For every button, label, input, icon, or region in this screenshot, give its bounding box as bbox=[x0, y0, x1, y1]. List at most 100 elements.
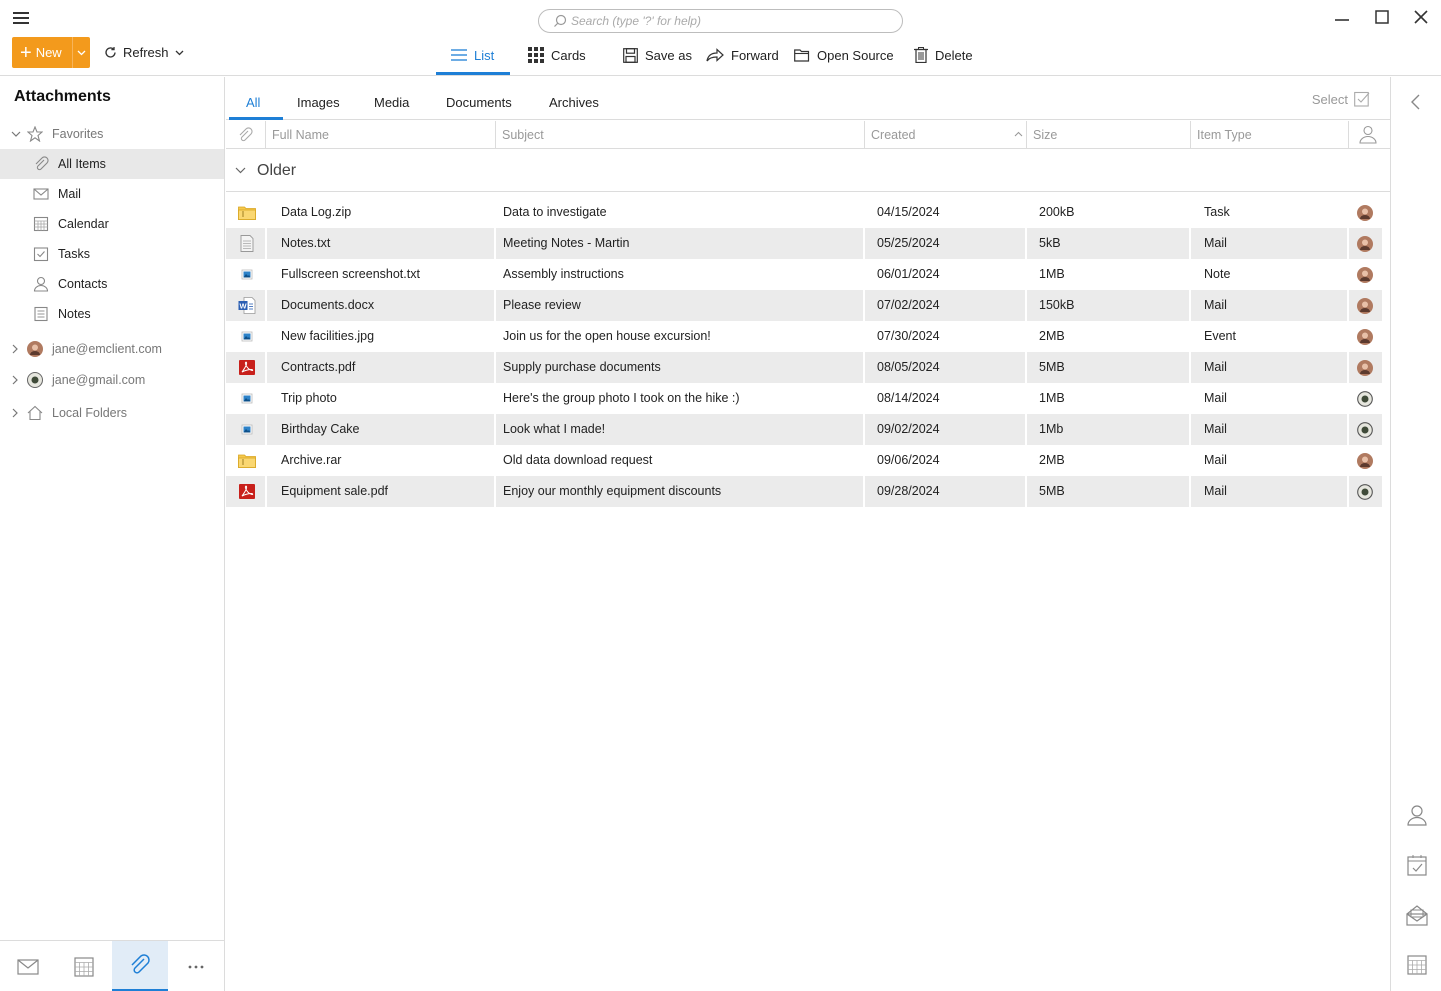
hamburger-menu-icon[interactable] bbox=[13, 12, 29, 26]
table-row[interactable]: Fullscreen screenshot.txt Assembly instru… bbox=[226, 259, 1382, 290]
sidebar-item-contacts[interactable]: Contacts bbox=[0, 269, 224, 299]
search-placeholder: Search (type '?' for help) bbox=[571, 14, 701, 28]
chevron-down-icon[interactable] bbox=[235, 167, 246, 174]
table-row[interactable]: New facilities.jpg Join us for the open h… bbox=[226, 321, 1382, 352]
sidebar-item-all-items[interactable]: All Items bbox=[0, 149, 224, 179]
chevron-right-icon[interactable] bbox=[12, 375, 19, 385]
column-created[interactable]: Created bbox=[864, 121, 1027, 149]
cell-size: 5MB bbox=[1039, 360, 1065, 374]
chevron-down-icon[interactable] bbox=[11, 131, 21, 138]
table-row[interactable]: Contracts.pdf Supply purchase documents 08… bbox=[226, 352, 1382, 383]
column-separator bbox=[265, 197, 267, 228]
select-toggle[interactable]: Select bbox=[1312, 91, 1370, 107]
sidebar-item-label: Contacts bbox=[58, 277, 108, 291]
nav-mail[interactable] bbox=[0, 941, 56, 991]
column-separator bbox=[265, 290, 267, 321]
table-row[interactable]: Birthday Cake Look what I made! 09/02/2024… bbox=[226, 414, 1382, 445]
cell-subject: Old data download request bbox=[503, 453, 653, 467]
column-separator bbox=[1347, 228, 1349, 259]
tab-all[interactable]: All bbox=[246, 95, 260, 110]
sidebar-account-gmail[interactable]: jane@gmail.com bbox=[0, 365, 224, 395]
minimize-icon[interactable] bbox=[1335, 8, 1349, 28]
delete-button[interactable]: Delete bbox=[914, 45, 973, 65]
tasks-icon[interactable] bbox=[1406, 854, 1428, 876]
chevron-right-icon[interactable] bbox=[12, 408, 19, 418]
table-row[interactable]: Notes.txt Meeting Notes - Martin 05/25/202… bbox=[226, 228, 1382, 259]
nav-more[interactable] bbox=[168, 941, 224, 991]
cell-item-type: Mail bbox=[1204, 422, 1227, 436]
select-label: Select bbox=[1311, 91, 1348, 107]
cell-full-name: Archive.rar bbox=[281, 453, 342, 467]
group-label: Older bbox=[257, 162, 297, 179]
column-full-name[interactable]: Full Name bbox=[265, 121, 496, 149]
list-view-indicator bbox=[436, 72, 510, 75]
paperclip-icon[interactable] bbox=[237, 127, 253, 143]
calendar-icon bbox=[74, 956, 94, 977]
avatar bbox=[1357, 360, 1373, 376]
save-as-button[interactable]: Save as bbox=[623, 45, 692, 65]
tab-media[interactable]: Media bbox=[374, 95, 409, 110]
column-separator bbox=[1189, 228, 1191, 259]
nav-calendar[interactable] bbox=[56, 941, 112, 991]
list-view-button[interactable]: List bbox=[451, 45, 494, 65]
cell-full-name: Notes.txt bbox=[281, 236, 331, 250]
tab-archives[interactable]: Archives bbox=[549, 95, 599, 110]
sidebar-local-folders[interactable]: Local Folders bbox=[0, 398, 224, 428]
group-header-older[interactable]: Older bbox=[226, 150, 1390, 192]
cell-created: 07/30/2024 bbox=[877, 329, 940, 343]
collapse-chevron-icon[interactable] bbox=[1408, 91, 1422, 113]
calendar-icon[interactable] bbox=[1406, 954, 1428, 976]
table-row[interactable]: Archive.rar Old data download request 09/0… bbox=[226, 445, 1382, 476]
forward-button[interactable]: Forward bbox=[706, 45, 779, 65]
sidebar-favorites[interactable]: Favorites bbox=[0, 119, 224, 149]
sidebar-item-tasks[interactable]: Tasks bbox=[0, 239, 224, 269]
sidebar-item-mail[interactable]: Mail bbox=[0, 179, 224, 209]
column-separator bbox=[1189, 321, 1191, 352]
chevron-right-icon[interactable] bbox=[12, 344, 19, 354]
attachment-list: Data Log.zip Data to investigate 04/15/202… bbox=[226, 197, 1382, 507]
close-icon[interactable] bbox=[1414, 8, 1428, 28]
sidebar-item-calendar[interactable]: Calendar bbox=[0, 209, 224, 239]
new-button[interactable]: + New bbox=[12, 37, 90, 68]
table-row[interactable]: Equipment sale.pdf Enjoy our monthly equi… bbox=[226, 476, 1382, 507]
avatar bbox=[1357, 267, 1373, 283]
avatar bbox=[27, 372, 43, 388]
open-source-button[interactable]: Open Source bbox=[794, 45, 894, 65]
tab-documents[interactable]: Documents bbox=[446, 95, 512, 110]
column-size[interactable]: Size bbox=[1026, 121, 1190, 149]
column-separator bbox=[1189, 290, 1191, 321]
cards-view-button[interactable]: Cards bbox=[528, 45, 586, 65]
cell-subject: Here's the group photo I took on the hik… bbox=[503, 391, 740, 405]
sidebar-account-emclient[interactable]: jane@emclient.com bbox=[0, 334, 224, 364]
sidebar-item-label: All Items bbox=[58, 157, 106, 171]
sidebar-account-label: jane@gmail.com bbox=[52, 373, 146, 387]
tab-images[interactable]: Images bbox=[297, 95, 340, 110]
cell-full-name: Fullscreen screenshot.txt bbox=[281, 267, 420, 281]
nav-attachments[interactable] bbox=[112, 941, 168, 991]
search-input[interactable]: Search (type '?' for help) bbox=[538, 9, 903, 33]
mail-open-icon[interactable] bbox=[1406, 904, 1428, 926]
cell-item-type: Mail bbox=[1204, 453, 1227, 467]
column-account[interactable] bbox=[1348, 121, 1390, 149]
refresh-button[interactable]: Refresh bbox=[104, 45, 184, 60]
column-separator bbox=[265, 352, 267, 383]
column-separator bbox=[1347, 259, 1349, 290]
pdf-icon bbox=[238, 483, 256, 500]
cell-item-type: Mail bbox=[1204, 391, 1227, 405]
column-separator bbox=[265, 445, 267, 476]
column-subject[interactable]: Subject bbox=[495, 121, 864, 149]
tasks-icon bbox=[33, 247, 49, 262]
contacts-icon[interactable] bbox=[1406, 804, 1428, 826]
sidebar-item-notes[interactable]: Notes bbox=[0, 299, 224, 329]
table-row[interactable]: W Documents.docx Please review 07/02/2024 15… bbox=[226, 290, 1382, 321]
new-dropdown-chevron-icon[interactable] bbox=[72, 37, 90, 68]
sidebar-item-label: Calendar bbox=[58, 217, 109, 231]
column-item-type[interactable]: Item Type bbox=[1190, 121, 1348, 149]
column-separator bbox=[1025, 414, 1027, 445]
cell-full-name: Documents.docx bbox=[281, 298, 375, 312]
maximize-icon[interactable] bbox=[1375, 8, 1389, 28]
table-row[interactable]: Trip photo Here's the group photo I took … bbox=[226, 383, 1382, 414]
column-separator bbox=[863, 476, 865, 507]
column-separator bbox=[1347, 445, 1349, 476]
table-row[interactable]: Data Log.zip Data to investigate 04/15/202… bbox=[226, 197, 1382, 228]
